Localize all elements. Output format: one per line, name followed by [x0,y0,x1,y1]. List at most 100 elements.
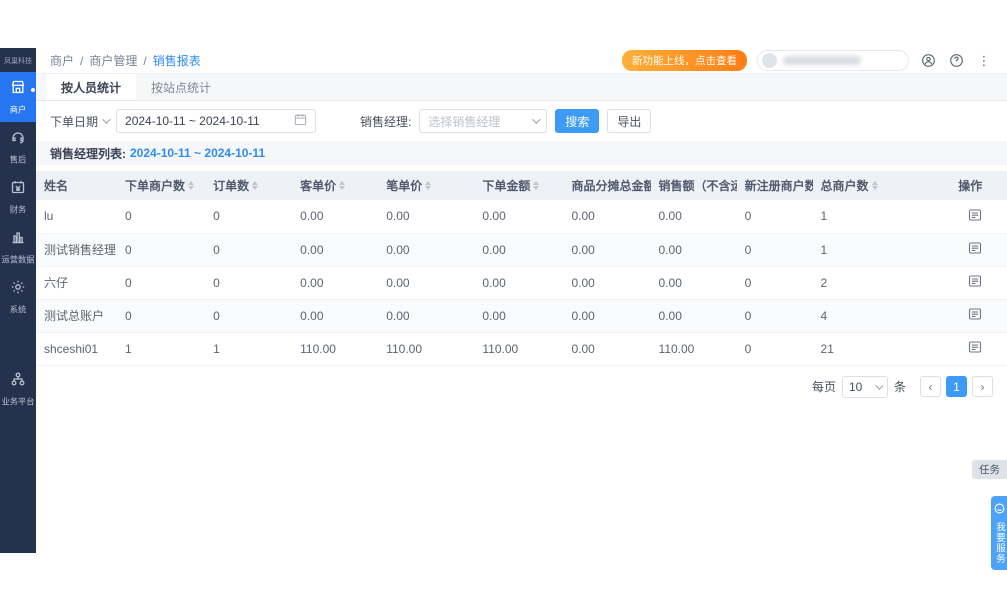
table-cell: 0.00 [474,266,564,300]
search-button[interactable]: 搜索 [555,109,600,133]
date-range-value: 2024-10-11 ~ 2024-10-11 [125,114,260,128]
tab-by-personnel[interactable]: 按人员统计 [46,74,137,100]
view-detail-icon[interactable] [968,307,982,321]
column-header[interactable]: 订单数 [205,171,293,200]
sidebar-item-operations-data[interactable]: 运营数据 [0,222,36,272]
task-float-tab[interactable]: 任务 [972,460,1007,479]
breadcrumb-item[interactable]: 商户 [50,52,74,69]
sidebar-item-merchant[interactable]: 商户 [0,72,36,122]
sidebar: 凤巢科技 商户 售后 财务 运营数据 系统 业务平台 [0,48,36,553]
table-cell: 0.00 [563,332,651,366]
column-header[interactable]: 销售额（不含运费） [650,171,737,200]
sidebar-item-aftersales[interactable]: 售后 [0,122,36,172]
table-cell: 0.00 [650,233,737,267]
org-chart-icon [10,371,26,392]
manager-filter-label: 销售经理: [360,114,412,129]
per-page-value: 10 [848,379,863,394]
column-header: 姓名 [36,171,117,200]
manager-select[interactable]: 选择销售经理 [419,109,548,133]
sort-carets-icon[interactable] [533,181,540,190]
tab-by-site[interactable]: 按站点统计 [136,74,226,100]
sort-carets-icon[interactable] [871,181,878,190]
sidebar-item-label: 财务 [9,205,27,215]
table-cell: 0 [117,299,206,333]
bar-chart-icon [10,229,26,250]
date-field-selector[interactable]: 下单日期 [50,113,111,130]
list-header-label: 销售经理列表: [50,146,126,161]
table-cell: 测试销售经理 [36,233,117,267]
sort-carets-icon[interactable] [425,181,432,190]
table-cell: 0 [117,200,206,234]
new-feature-badge[interactable]: 新功能上线，点击查看 [622,50,747,71]
view-detail-icon[interactable] [968,241,982,255]
column-label: 笔单价 [386,179,423,193]
contact-icon[interactable] [919,52,937,70]
per-page-select[interactable]: 10 [841,375,888,398]
table-cell: 1 [812,200,951,234]
column-label: 新注册商户数 [744,179,813,193]
table-cell: 0.00 [650,200,737,234]
breadcrumb-separator: / [80,53,84,68]
operation-cell [950,332,1007,366]
view-detail-icon[interactable] [968,274,982,288]
sort-carets-icon[interactable] [188,181,195,190]
breadcrumb-separator: / [143,53,147,68]
sidebar-item-business-platform[interactable]: 业务平台 [0,364,36,414]
finance-icon [10,179,26,200]
service-tab-label: 我要服务 [994,522,1005,564]
sort-carets-icon[interactable] [252,181,259,190]
help-icon[interactable] [947,52,965,70]
view-detail-icon[interactable] [968,208,982,222]
breadcrumb-item[interactable]: 商户管理 [89,52,137,69]
column-header: 操作 [950,171,1007,200]
column-header[interactable]: 总商户数 [812,171,951,200]
sort-carets-icon[interactable] [339,181,346,190]
more-icon[interactable]: ⋮ [975,52,993,70]
operation-cell [950,200,1007,234]
table-row: 测试总账户 0 0 0.00 0.00 0.00 0.00 0.00 0 4 [36,299,1007,333]
table-cell: 110.00 [292,332,379,366]
stat-tabs: 按人员统计 按站点统计 [36,74,1007,101]
table-cell: 0.00 [563,266,651,300]
table-cell: 0.00 [292,233,379,267]
table-cell: 0.00 [563,233,651,267]
table-cell: 0.00 [378,233,475,267]
table-cell: 0.00 [474,299,564,333]
table-row: shceshi01 1 1 110.00 110.00 110.00 0.00 110.00 0… [36,332,1007,366]
export-button[interactable]: 导出 [607,109,652,133]
list-header-band: 销售经理列表: 2024-10-11 ~ 2024-10-11 [36,141,1007,165]
column-header: 商品分摊总金额 [563,171,651,200]
column-label: 订单数 [213,179,250,193]
prev-page-button[interactable]: ‹ [920,376,941,397]
view-detail-icon[interactable] [968,340,982,354]
user-account-pill[interactable] [757,50,909,71]
column-header[interactable]: 客单价 [292,171,379,200]
table-cell: 测试总账户 [36,299,117,333]
column-header[interactable]: 下单金额 [474,171,564,200]
column-header[interactable]: 笔单价 [378,171,475,200]
page-1-button[interactable]: 1 [946,376,967,397]
table-cell: 2 [812,266,951,300]
per-page-label: 每页 [811,380,836,394]
column-header[interactable]: 下单商户数 [117,171,206,200]
sidebar-item-label: 运营数据 [1,255,35,265]
sidebar-item-system[interactable]: 系统 [0,272,36,322]
sales-report-table: 姓名 下单商户数 订单数 客单价 笔单价 下单金额 商品分摊总金额销售额（不含运费） 新注册商… [36,171,1007,366]
table-cell: shceshi01 [36,332,117,366]
sidebar-item-finance[interactable]: 财务 [0,172,36,222]
list-header-range: 2024-10-11 ~ 2024-10-11 [130,146,266,160]
column-header[interactable]: 新注册商户数 [736,171,813,200]
next-page-button[interactable]: › [972,376,993,397]
per-page-unit-label: 条 [893,380,906,394]
table-row: lu 0 0 0.00 0.00 0.00 0.00 0.00 0 1 [36,200,1007,234]
service-float-tab[interactable]: 我要服务 [991,496,1007,570]
table-cell: 1 [117,332,206,366]
table-cell: 0 [736,332,813,366]
username-redacted [783,56,861,65]
table-cell: 0 [205,299,293,333]
operation-cell [950,233,1007,267]
date-field-label: 下单日期 [50,114,99,129]
breadcrumb: 商户 / 商户管理 / 销售报表 [50,52,201,69]
date-range-input[interactable]: 2024-10-11 ~ 2024-10-11 [116,109,317,133]
table-cell: 0 [736,233,813,267]
